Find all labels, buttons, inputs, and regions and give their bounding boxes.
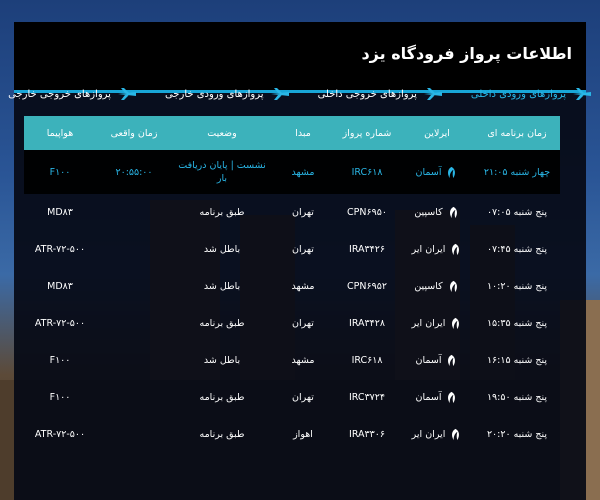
caspian-logo-icon [449, 206, 457, 219]
origin-cell: اهواز [293, 429, 313, 440]
airline-cell: ایران ایر [400, 317, 474, 330]
flight-number-cell: IRC۶۱۸ [351, 166, 383, 178]
aircraft-cell: F۱۰۰ [49, 166, 71, 178]
scheduled-time-cell: پنج شنبه ۱۶:۱۵ [486, 355, 548, 366]
scheduled-time-cell: چهار شنبه ۲۱:۰۵ [483, 166, 551, 178]
aircraft-cell: MD۸۳ [47, 207, 73, 218]
scheduled-time-cell: پنج شنبه ۱۰:۲۰ [486, 281, 548, 292]
status-cell: طبق برنامه [199, 318, 245, 329]
origin-cell: تهران [292, 318, 314, 329]
flight-number-cell: CPN۶۹۵۰ [347, 207, 387, 218]
tab-label: پروازهای ورودی خارجی [164, 88, 264, 100]
scheduled-time-cell: پنج شنبه ۱۵:۳۵ [486, 318, 548, 329]
iranair-logo-icon [452, 317, 460, 330]
aircraft-cell: F۱۰۰ [49, 355, 71, 366]
origin-cell: مشهد [291, 355, 315, 366]
flights-table: زمان برنامه ای ایرلاین شماره پرواز مبدا … [24, 116, 560, 453]
aseman-logo-icon [448, 354, 456, 367]
airline-cell: آسمان [400, 166, 474, 179]
airline-cell: آسمان [400, 391, 474, 404]
page-title: اطلاعات پرواز فرودگاه یزد [361, 44, 572, 63]
airline-cell: ایران ایر [400, 428, 474, 441]
origin-cell: تهران [292, 207, 314, 218]
origin-cell: تهران [292, 392, 314, 403]
tab-international-arrivals[interactable]: پروازهای ورودی خارجی [165, 87, 290, 101]
airline-name: آسمان [415, 355, 442, 366]
column-header-status: وضعیت [207, 127, 237, 139]
caspian-logo-icon [449, 280, 457, 293]
table-row[interactable]: پنج شنبه ۱۰:۲۰ کاسپین CPN۶۹۵۲ مشهد باطل … [24, 268, 560, 305]
airline-cell: ایران ایر [400, 243, 474, 256]
column-header-scheduled: زمان برنامه ای [487, 127, 547, 139]
table-body: چهار شنبه ۲۱:۰۵ آسمان IRC۶۱۸ مشهد نشست |… [24, 150, 560, 453]
airline-name: آسمان [415, 166, 442, 178]
tab-label: پروازهای ورودی داخلی [470, 88, 566, 100]
actual-time-cell: ۲۰:۵۵:۰۰ [115, 166, 153, 178]
airline-name: ایران ایر [411, 244, 446, 255]
airline-cell: کاسپین [400, 206, 474, 219]
flight-number-cell: CPN۶۹۵۲ [347, 281, 387, 292]
aseman-logo-icon [448, 166, 456, 178]
flight-number-cell: IRC۶۱۸ [351, 355, 383, 366]
airline-name: ایران ایر [411, 429, 446, 440]
status-cell: نشست | پایان دریافت بار [178, 160, 266, 184]
airplane-icon [423, 88, 442, 100]
column-header-airline: ایرلاین [424, 127, 450, 139]
airline-name: کاسپین [414, 281, 443, 292]
airline-name: آسمان [415, 392, 442, 403]
column-header-flight-number: شماره پرواز [342, 127, 392, 139]
table-row[interactable]: پنج شنبه ۲۰:۲۰ ایران ایر IRA۳۳۰۶ اهواز ط… [24, 416, 560, 453]
iranair-logo-icon [452, 243, 460, 256]
table-row[interactable]: چهار شنبه ۲۱:۰۵ آسمان IRC۶۱۸ مشهد نشست |… [24, 150, 560, 194]
scheduled-time-cell: پنج شنبه ۲۰:۲۰ [486, 429, 548, 440]
airplane-icon [573, 88, 591, 100]
table-row[interactable]: پنج شنبه ۱۵:۳۵ ایران ایر IRA۳۴۲۸ تهران ط… [24, 305, 560, 342]
scheduled-time-cell: پنج شنبه ۰۷:۴۵ [486, 244, 548, 255]
table-row[interactable]: پنج شنبه ۱۶:۱۵ آسمان IRC۶۱۸ مشهد باطل شد… [24, 342, 560, 379]
scheduled-time-cell: پنج شنبه ۰۷:۰۵ [486, 207, 548, 218]
tab-domestic-departures[interactable]: پروازهای خروجی داخلی [318, 87, 443, 101]
status-cell: باطل شد [203, 355, 241, 366]
iranair-logo-icon [452, 428, 460, 441]
table-row[interactable]: پنج شنبه ۰۷:۰۵ کاسپین CPN۶۹۵۰ تهران طبق … [24, 194, 560, 231]
column-header-actual-time: زمان واقعی [110, 127, 158, 139]
status-cell: باطل شد [203, 244, 241, 255]
column-header-aircraft: هواپیما [46, 127, 74, 139]
table-row[interactable]: پنج شنبه ۱۹:۵۰ آسمان IRC۳۷۲۴ تهران طبق ب… [24, 379, 560, 416]
status-cell: باطل شد [203, 281, 241, 292]
airline-name: ایران ایر [411, 318, 446, 329]
tab-label: پروازهای خروجی داخلی [317, 88, 417, 100]
flight-tabs: پروازهای ورودی داخلی پروازهای خروجی داخل… [8, 82, 592, 106]
status-cell: طبق برنامه [199, 207, 245, 218]
tab-domestic-arrivals[interactable]: پروازهای ورودی داخلی [471, 87, 592, 101]
aircraft-cell: F۱۰۰ [49, 392, 71, 403]
aircraft-cell: ATR-۷۲-۵۰۰ [34, 318, 86, 329]
origin-cell: مشهد [291, 281, 315, 292]
flight-number-cell: IRA۳۴۲۸ [349, 318, 385, 329]
flight-number-cell: IRC۳۷۲۴ [349, 392, 385, 403]
airline-cell: آسمان [400, 354, 474, 367]
airplane-icon [117, 88, 136, 100]
tab-international-departures[interactable]: پروازهای خروجی خارجی [8, 87, 137, 101]
origin-cell: مشهد [291, 166, 315, 178]
origin-cell: تهران [292, 244, 314, 255]
aircraft-cell: MD۸۳ [47, 281, 73, 292]
airplane-icon [270, 88, 289, 100]
status-cell: طبق برنامه [199, 392, 245, 403]
airline-cell: کاسپین [400, 280, 474, 293]
column-header-origin: مبدا [295, 127, 311, 139]
tab-label: پروازهای خروجی خارجی [8, 88, 111, 100]
aircraft-cell: ATR-۷۲-۵۰۰ [34, 244, 86, 255]
table-header: زمان برنامه ای ایرلاین شماره پرواز مبدا … [24, 116, 560, 150]
aircraft-cell: ATR-۷۲-۵۰۰ [34, 429, 86, 440]
flight-number-cell: IRA۳۳۰۶ [349, 429, 385, 440]
aseman-logo-icon [448, 391, 456, 404]
airline-name: کاسپین [414, 207, 443, 218]
scheduled-time-cell: پنج شنبه ۱۹:۵۰ [486, 392, 548, 403]
status-cell: طبق برنامه [199, 429, 245, 440]
table-row[interactable]: پنج شنبه ۰۷:۴۵ ایران ایر IRA۳۴۲۶ تهران ب… [24, 231, 560, 268]
flight-number-cell: IRA۳۴۲۶ [349, 244, 385, 255]
